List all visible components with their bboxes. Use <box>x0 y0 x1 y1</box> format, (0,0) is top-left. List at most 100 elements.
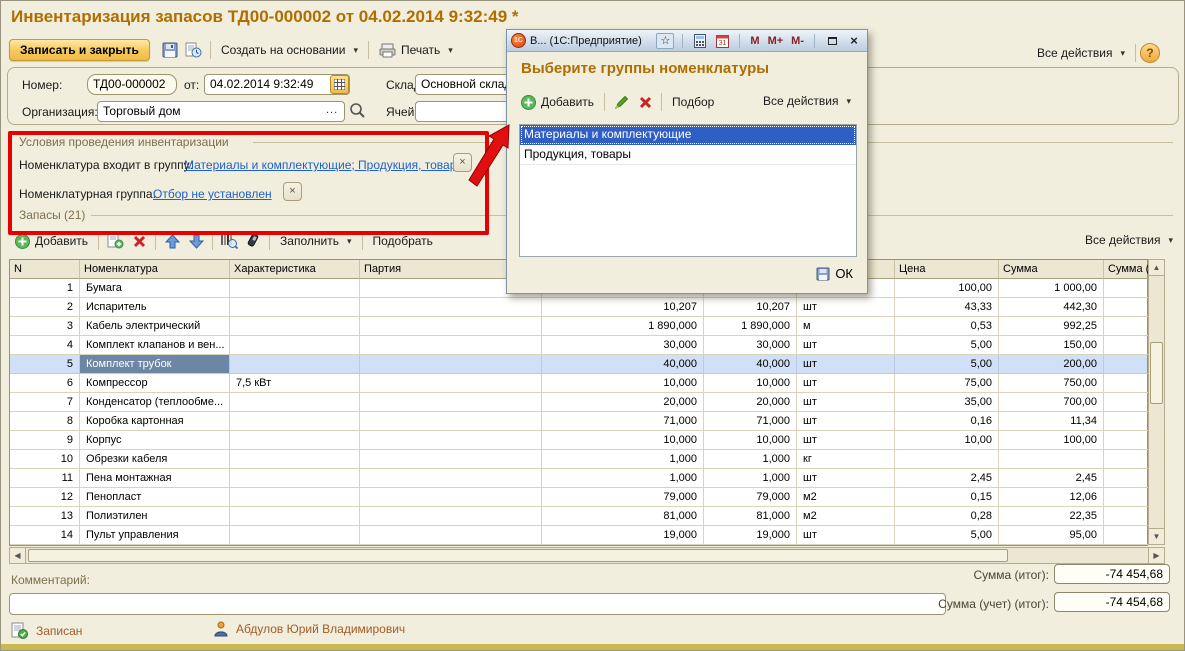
dialog-add-button[interactable]: Добавить <box>515 93 600 112</box>
items-all-actions-button[interactable]: Все действия▾ <box>1079 231 1179 249</box>
table-cell[interactable]: 5,00 <box>895 336 999 355</box>
dialog-all-actions-button[interactable]: Все действия▾ <box>757 92 857 110</box>
table-cell[interactable]: 3 <box>10 317 80 336</box>
table-cell[interactable] <box>1104 526 1149 545</box>
table-cell[interactable]: Корпус <box>80 431 230 450</box>
calendar-button[interactable]: 31 <box>713 33 731 49</box>
table-cell[interactable]: 40,000 <box>542 355 704 374</box>
table-cell[interactable]: 7 <box>10 393 80 412</box>
table-cell[interactable]: 81,000 <box>542 507 704 526</box>
date-field[interactable]: 04.02.2014 9:32:49 <box>204 74 350 95</box>
scroll-up-button[interactable]: ▲ <box>1148 259 1165 276</box>
table-cell[interactable]: Компрессор <box>80 374 230 393</box>
table-cell[interactable] <box>1104 298 1149 317</box>
close-button[interactable]: × <box>845 33 863 49</box>
vertical-scroll-thumb[interactable] <box>1150 342 1163 404</box>
horizontal-scrollbar[interactable]: ◀ ▶ <box>9 547 1165 564</box>
table-cell[interactable] <box>1104 469 1149 488</box>
table-row[interactable]: 9Корпус10,00010,000шт10,00100,00 <box>10 431 1147 450</box>
table-cell[interactable]: 10,000 <box>704 431 797 450</box>
table-cell[interactable]: 20,000 <box>542 393 704 412</box>
memory-plus-button[interactable]: М+ <box>766 35 786 47</box>
table-cell[interactable] <box>1104 336 1149 355</box>
column-header[interactable]: Цена <box>895 260 999 279</box>
table-cell[interactable]: 40,000 <box>704 355 797 374</box>
table-cell[interactable]: 9 <box>10 431 80 450</box>
table-row[interactable]: 11Пена монтажная1,0001,000шт2,452,45 <box>10 469 1147 488</box>
table-cell[interactable] <box>360 298 542 317</box>
list-item[interactable]: Материалы и комплектующие <box>520 125 856 145</box>
table-cell[interactable]: Кабель электрический <box>80 317 230 336</box>
list-item[interactable]: Продукция, товары <box>520 145 856 165</box>
table-cell[interactable]: 13 <box>10 507 80 526</box>
table-row[interactable]: 10Обрезки кабеля1,0001,000кг <box>10 450 1147 469</box>
table-cell[interactable]: 20,000 <box>704 393 797 412</box>
table-cell[interactable] <box>230 298 360 317</box>
table-cell[interactable]: 71,000 <box>704 412 797 431</box>
comment-input[interactable] <box>9 593 946 615</box>
table-cell[interactable]: 6 <box>10 374 80 393</box>
table-cell[interactable]: шт <box>797 355 895 374</box>
table-row[interactable]: 6Компрессор7,5 кВт10,00010,000шт75,00750… <box>10 374 1147 393</box>
table-cell[interactable] <box>230 488 360 507</box>
table-cell[interactable] <box>230 393 360 412</box>
table-cell[interactable]: 150,00 <box>999 336 1104 355</box>
table-cell[interactable]: 1 000,00 <box>999 279 1104 298</box>
table-cell[interactable]: 11 <box>10 469 80 488</box>
table-cell[interactable]: Бумага <box>80 279 230 298</box>
table-cell[interactable]: 5 <box>10 355 80 374</box>
table-cell[interactable]: 95,00 <box>999 526 1104 545</box>
table-cell[interactable]: 19,000 <box>704 526 797 545</box>
table-cell[interactable] <box>230 317 360 336</box>
table-cell[interactable] <box>360 488 542 507</box>
table-cell[interactable]: 14 <box>10 526 80 545</box>
table-cell[interactable]: 1,000 <box>704 450 797 469</box>
table-cell[interactable]: 992,25 <box>999 317 1104 336</box>
table-cell[interactable]: 0,16 <box>895 412 999 431</box>
column-header[interactable]: N <box>10 260 80 279</box>
table-cell[interactable] <box>360 393 542 412</box>
table-cell[interactable]: 79,000 <box>542 488 704 507</box>
table-cell[interactable]: 1,000 <box>542 450 704 469</box>
save-and-close-button[interactable]: Записать и закрыть <box>9 39 150 61</box>
table-cell[interactable]: 2,45 <box>895 469 999 488</box>
table-row[interactable]: 2Испаритель10,20710,207шт43,33442,30 <box>10 298 1147 317</box>
table-cell[interactable]: 11,34 <box>999 412 1104 431</box>
memory-recall-button[interactable]: М <box>748 35 761 47</box>
table-cell[interactable] <box>230 336 360 355</box>
table-cell[interactable] <box>360 412 542 431</box>
table-cell[interactable]: 7,5 кВт <box>230 374 360 393</box>
table-cell[interactable]: шт <box>797 412 895 431</box>
table-cell[interactable]: 200,00 <box>999 355 1104 374</box>
table-row[interactable]: 5Комплект трубок40,00040,000шт5,00200,00 <box>10 355 1147 374</box>
table-cell[interactable]: 0,53 <box>895 317 999 336</box>
table-cell[interactable] <box>360 450 542 469</box>
table-cell[interactable]: 10,207 <box>542 298 704 317</box>
scroll-left-button[interactable]: ◀ <box>9 547 26 564</box>
table-cell[interactable]: шт <box>797 374 895 393</box>
table-cell[interactable]: м <box>797 317 895 336</box>
table-cell[interactable] <box>1104 412 1149 431</box>
table-cell[interactable]: м2 <box>797 488 895 507</box>
table-cell[interactable] <box>1104 355 1149 374</box>
table-cell[interactable]: 0,15 <box>895 488 999 507</box>
table-cell[interactable]: Полиэтилен <box>80 507 230 526</box>
table-cell[interactable] <box>230 469 360 488</box>
table-cell[interactable] <box>1104 488 1149 507</box>
table-cell[interactable]: 71,000 <box>542 412 704 431</box>
table-cell[interactable]: 30,000 <box>542 336 704 355</box>
table-cell[interactable]: 4 <box>10 336 80 355</box>
table-row[interactable]: 14Пульт управления19,00019,000шт5,0095,0… <box>10 526 1147 545</box>
save-button[interactable] <box>158 39 182 61</box>
table-cell[interactable] <box>1104 374 1149 393</box>
table-cell[interactable] <box>1104 279 1149 298</box>
table-cell[interactable]: 2 <box>10 298 80 317</box>
table-cell[interactable] <box>1104 507 1149 526</box>
table-cell[interactable] <box>230 450 360 469</box>
table-cell[interactable]: Конденсатор (теплообме... <box>80 393 230 412</box>
organization-field[interactable]: Торговый дом <box>97 101 345 122</box>
memory-minus-button[interactable]: М- <box>789 35 806 47</box>
number-field[interactable]: ТД00-000002 <box>87 74 177 95</box>
table-cell[interactable]: 22,35 <box>999 507 1104 526</box>
table-cell[interactable]: 1,000 <box>542 469 704 488</box>
